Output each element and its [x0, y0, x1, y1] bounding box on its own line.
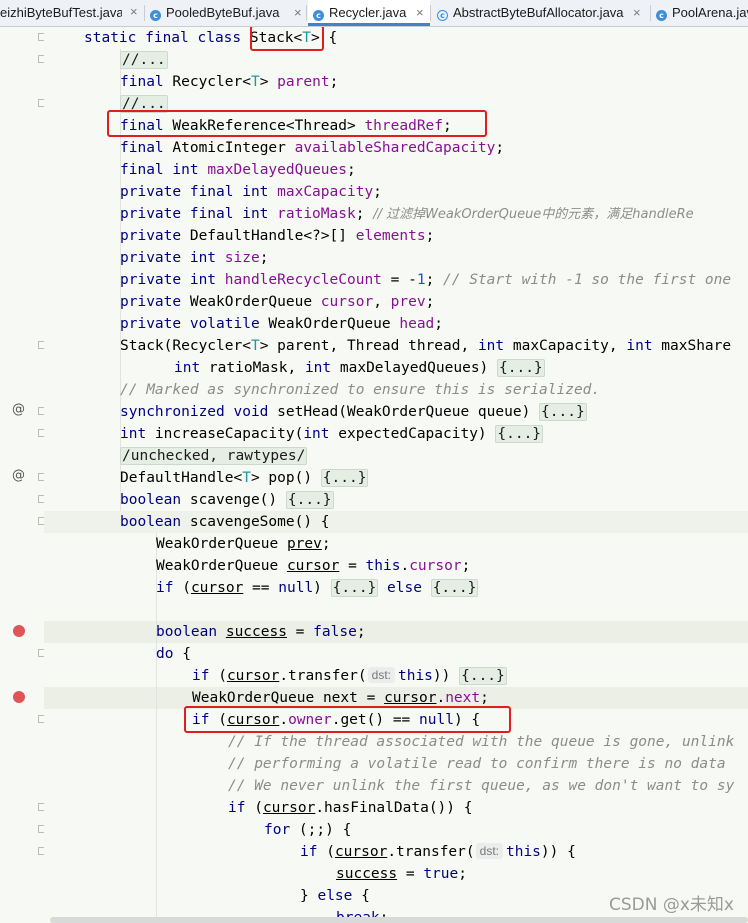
tab-pooledbytebuf[interactable]: c PooledByteBuf.java ×: [150, 0, 306, 26]
code-line: int ratioMask, int maxDelayedQueues) {..…: [174, 359, 545, 377]
code-line: final int maxDelayedQueues;: [120, 162, 356, 178]
code-line: success = true;: [336, 866, 467, 882]
override-marker-icon[interactable]: @: [12, 399, 25, 421]
parameter-hint: dst:: [475, 843, 503, 859]
tab-separator: [430, 5, 431, 21]
code-line: if (cursor.transfer(dst: this)) {...}: [192, 667, 507, 685]
code-line: WeakOrderQueue cursor = this.cursor;: [156, 558, 471, 574]
code-line: DefaultHandle<T> pop() {...}: [120, 469, 369, 487]
code-line: synchronized void setHead(WeakOrderQueue…: [120, 403, 587, 421]
code-line: boolean success = false;: [156, 624, 366, 640]
close-icon[interactable]: ×: [130, 4, 138, 19]
code-line: do {: [156, 646, 191, 662]
tab-label: PooledByteBuf.java: [166, 5, 280, 20]
class-icon: c: [313, 10, 324, 21]
code-line: // performing a volatile read to confirm…: [228, 756, 726, 772]
tab-label: AbstractByteBufAllocator.java: [453, 5, 624, 20]
tab-label: PoolArena.java: [672, 5, 748, 20]
tab-recycler[interactable]: c Recycler.java ×: [308, 0, 430, 26]
code-line: boolean scavenge() {...}: [120, 491, 334, 509]
code-line: // If the thread associated with the que…: [228, 734, 735, 750]
code-line: if (cursor.transfer(dst: this)) {: [300, 843, 576, 860]
abstract-class-icon: c: [437, 10, 448, 21]
code-line: private WeakOrderQueue cursor, prev;: [120, 294, 435, 310]
code-line: // We never unlink the first queue, as w…: [228, 778, 735, 794]
code-line: boolean scavengeSome() {: [120, 514, 330, 530]
tab-separator: [650, 5, 651, 21]
code-line: final AtomicInteger availableSharedCapac…: [120, 140, 505, 156]
code-line: private DefaultHandle<?>[] elements;: [120, 228, 435, 244]
code-line: private int size;: [120, 250, 269, 266]
highlight-box-threadref: [107, 110, 487, 137]
code-line: int increaseCapacity(int expectedCapacit…: [120, 425, 544, 443]
tab-leizhibytebuftest[interactable]: eizhiByteBufTest.java ×: [0, 0, 122, 26]
watermark: CSDN @x未知x: [609, 895, 734, 915]
class-icon: c: [150, 10, 161, 21]
tab-separator: [144, 5, 145, 21]
close-icon[interactable]: ×: [416, 0, 424, 23]
code-line: /unchecked, rawtypes/: [120, 447, 308, 465]
code-editor[interactable]: static final class Stack<T> { //... fina…: [44, 27, 748, 923]
horizontal-scrollbar[interactable]: [50, 917, 748, 923]
highlight-box-stack: [250, 27, 324, 51]
code-line: final Recycler<T> parent;: [120, 74, 339, 90]
code-line: if (cursor.hasFinalData()) {: [228, 800, 473, 816]
editor-tab-bar: eizhiByteBufTest.java × × c PooledByteBuf…: [0, 0, 748, 27]
close-icon[interactable]: ×: [294, 0, 302, 26]
tab-label: Recycler.java: [329, 5, 407, 20]
tab-poolarena[interactable]: c PoolArena.java: [656, 0, 748, 26]
override-marker-icon[interactable]: @: [12, 465, 25, 487]
close-icon[interactable]: ×: [633, 0, 641, 26]
code-line: if (cursor == null) {...} else {...}: [156, 579, 479, 597]
breakpoint-icon[interactable]: [13, 625, 25, 637]
code-line: WeakOrderQueue prev;: [156, 536, 331, 552]
breakpoint-icon[interactable]: [13, 691, 25, 703]
breakpoint-line-highlight: [44, 621, 748, 643]
code-line: } else {: [300, 888, 370, 904]
code-line: private final int maxCapacity;: [120, 184, 382, 200]
code-line: for (;;) {: [264, 822, 352, 838]
code-line: private volatile WeakOrderQueue head;: [120, 316, 444, 332]
editor-gutter: @ @: [0, 27, 46, 923]
code-line: private final int ratioMask; // 过滤掉WeakO…: [120, 206, 694, 222]
tab-label: eizhiByteBufTest.java: [0, 5, 122, 20]
parameter-hint: dst:: [367, 667, 395, 683]
tab-separator: [306, 5, 307, 21]
class-icon: c: [656, 10, 667, 21]
code-line: //...: [120, 51, 168, 69]
highlight-box-owner-check: [184, 706, 511, 733]
code-line: // Marked as synchronized to ensure this…: [120, 382, 601, 398]
code-line: private int handleRecycleCount = -1; // …: [120, 272, 732, 288]
tab-abstractbytebufallocator[interactable]: c AbstractByteBufAllocator.java ×: [437, 0, 647, 26]
code-line: Stack(Recycler<T> parent, Thread thread,…: [120, 338, 732, 354]
